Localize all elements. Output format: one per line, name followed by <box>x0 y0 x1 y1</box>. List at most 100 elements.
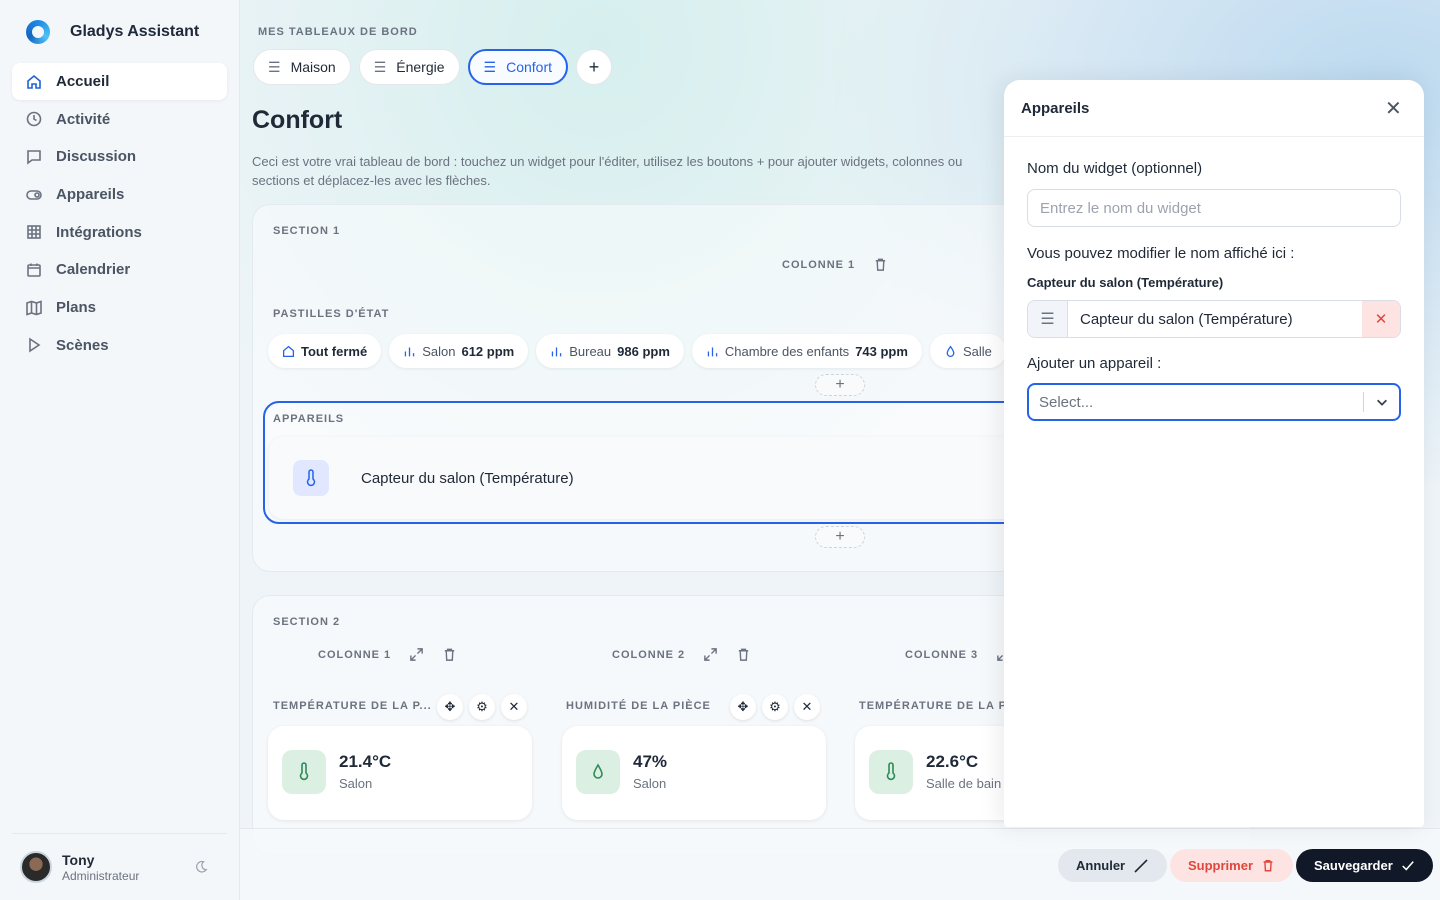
sidebar-nav: Accueil Activité Discussion Appareils In… <box>12 63 227 365</box>
list-icon[interactable]: ☰ <box>1028 301 1068 337</box>
move-icon[interactable]: ✥ <box>437 694 463 720</box>
widget-label: HUMIDITÉ DE LA PIÈCE <box>566 700 711 712</box>
add-dashboard-button[interactable]: + <box>576 49 613 85</box>
remove-device-button[interactable]: ✕ <box>1362 301 1400 337</box>
map-icon <box>26 300 42 316</box>
brand[interactable]: Gladys Assistant <box>26 20 199 44</box>
device-title: Capteur du salon (Température) <box>1027 275 1224 290</box>
device-name-input[interactable]: Capteur du salon (Température) <box>1068 301 1362 337</box>
widget-label: TEMPÉRATURE DE LA P... <box>273 700 432 712</box>
sidebar-item-plans[interactable]: Plans <box>12 289 227 326</box>
pill-name: Chambre des enfants <box>724 343 850 359</box>
add-widget-button[interactable]: + <box>815 526 865 548</box>
add-widget-button[interactable]: + <box>815 374 865 396</box>
expand-icon[interactable] <box>409 647 424 662</box>
user-profile[interactable]: Tony Administrateur <box>12 833 227 900</box>
pill-name: Tout fermé <box>301 343 368 359</box>
widget-name-label: Nom du widget (optionnel) <box>1027 160 1203 177</box>
widget-location: Salle de bain <box>926 776 1002 791</box>
widget-value: 22.6°C <box>926 752 979 771</box>
status-pill[interactable]: Salle <box>929 334 1006 368</box>
sidebar-item-integrations[interactable]: Intégrations <box>12 214 227 251</box>
sidebar-item-label: Discussion <box>56 148 137 166</box>
close-icon[interactable]: ✕ <box>1385 96 1402 121</box>
rename-hint: Vous pouvez modifier le nom affiché ici … <box>1027 245 1295 262</box>
column-header: COLONNE 3 <box>905 647 1011 662</box>
column-label: COLONNE 1 <box>318 648 392 661</box>
status-pill[interactable]: Chambre des enfants 743 ppm <box>691 334 922 368</box>
select-separator <box>1363 392 1364 412</box>
page-description: Ceci est votre vrai tableau de bord : to… <box>252 154 963 188</box>
pill-value: 743 ppm <box>855 343 908 359</box>
cancel-button[interactable]: Annuler <box>1058 849 1168 882</box>
widget-name-input[interactable] <box>1027 189 1401 227</box>
sidebar-item-label: Scènes <box>56 336 109 354</box>
trash-icon[interactable] <box>873 257 888 272</box>
tab-energie[interactable]: ☰ Énergie <box>358 49 460 85</box>
sidebar-item-label: Accueil <box>56 73 110 90</box>
bar-chart-icon <box>405 346 415 356</box>
sidebar-item-label: Appareils <box>56 186 125 204</box>
add-device-label: Ajouter un appareil : <box>1027 355 1162 372</box>
delete-button[interactable]: Supprimer <box>1170 849 1294 882</box>
widget-location: Salon <box>633 776 667 791</box>
sidebar-item-activite[interactable]: Activité <box>12 101 227 138</box>
user-name: Tony <box>62 851 95 868</box>
chevron-down-icon[interactable] <box>1375 395 1389 409</box>
sidebar-item-label: Calendrier <box>56 261 131 279</box>
save-button[interactable]: Sauvegarder <box>1296 849 1433 882</box>
home-icon <box>27 74 41 89</box>
humidity-widget[interactable]: 47% Salon <box>562 726 826 820</box>
avatar <box>20 851 52 883</box>
status-pill[interactable]: Bureau 986 ppm <box>536 334 684 368</box>
thermometer-icon <box>293 460 329 496</box>
save-label: Sauvegarder <box>1314 858 1393 873</box>
menu-icon: ☰ <box>483 58 497 75</box>
pill-name: Salon <box>422 343 456 359</box>
move-icon[interactable]: ✥ <box>730 694 756 720</box>
trash-icon[interactable] <box>442 647 457 662</box>
toggle-icon <box>26 189 42 200</box>
close-icon[interactable]: ✕ <box>501 694 527 720</box>
panel-title: Appareils <box>1021 99 1090 117</box>
moon-icon[interactable] <box>194 860 208 874</box>
menu-icon: ☰ <box>268 58 281 75</box>
tab-label: Confort <box>506 59 553 75</box>
sidebar: Gladys Assistant Accueil Activité Discus… <box>0 0 240 900</box>
sidebar-item-scenes[interactable]: Scènes <box>12 327 227 364</box>
close-icon[interactable]: ✕ <box>794 694 820 720</box>
calendar-icon <box>27 263 41 277</box>
dashboard-tabs: ☰ Maison ☰ Énergie ☰ Confort + <box>253 49 613 85</box>
trash-icon[interactable] <box>736 647 751 662</box>
gear-icon[interactable]: ⚙ <box>469 694 495 720</box>
sidebar-item-calendrier[interactable]: Calendrier <box>12 251 227 288</box>
thermometer-icon <box>282 750 326 794</box>
column-header: COLONNE 1 <box>782 257 888 272</box>
sidebar-item-discussion[interactable]: Discussion <box>12 138 227 175</box>
sidebar-item-label: Plans <box>56 299 97 317</box>
drop-icon <box>576 750 620 794</box>
sidebar-item-label: Intégrations <box>56 223 142 241</box>
device-row[interactable]: Capteur du salon (Température) <box>269 437 1129 519</box>
temperature-widget[interactable]: 21.4°C Salon <box>268 726 532 820</box>
app-name: Gladys Assistant <box>70 23 200 40</box>
gear-icon[interactable]: ⚙ <box>762 694 788 720</box>
sidebar-item-accueil[interactable]: Accueil <box>12 63 227 100</box>
trash-icon <box>1263 859 1273 872</box>
column-label: COLONNE 3 <box>905 648 979 661</box>
tab-maison[interactable]: ☰ Maison <box>253 49 351 85</box>
chat-icon <box>27 150 41 165</box>
status-pill[interactable]: Salon 612 ppm <box>389 334 529 368</box>
delete-label: Supprimer <box>1188 858 1254 873</box>
device-select[interactable]: Select... <box>1027 383 1401 421</box>
widget-label: TEMPÉRATURE DE LA P <box>859 700 1007 712</box>
widget-value: 21.4°C <box>339 752 392 771</box>
sidebar-item-appareils[interactable]: Appareils <box>12 176 227 213</box>
page-title: Confort <box>252 106 343 134</box>
check-icon <box>1401 860 1414 871</box>
tab-confort[interactable]: ☰ Confort <box>467 49 569 85</box>
status-pill[interactable]: Tout fermé <box>268 334 382 368</box>
pill-value: 612 ppm <box>461 343 515 359</box>
expand-icon[interactable] <box>703 647 718 662</box>
device-name-field: ☰ Capteur du salon (Température) ✕ <box>1027 300 1401 338</box>
